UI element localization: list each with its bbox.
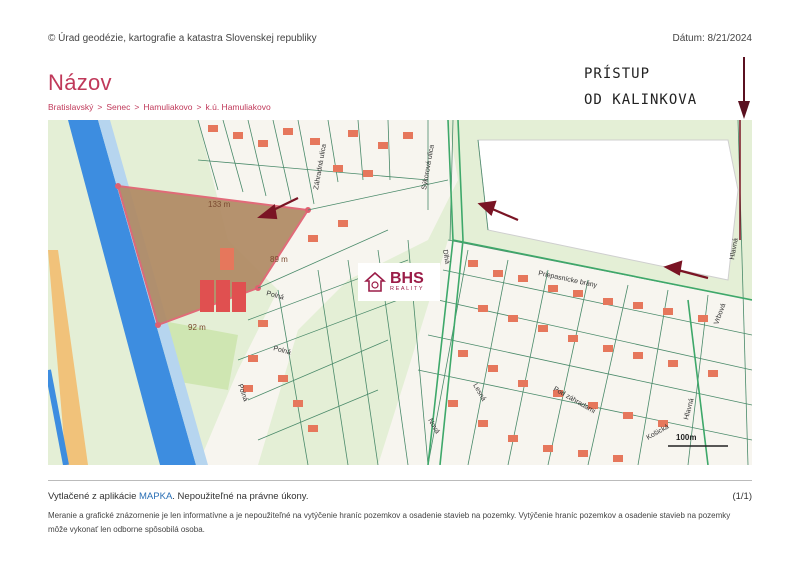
app-link[interactable]: MAPKA xyxy=(139,491,172,502)
disclaimer-text: Meranie a grafické znázornenie je len in… xyxy=(48,511,731,534)
breadcrumb-separator: > xyxy=(97,102,103,112)
breadcrumb-district[interactable]: Senec xyxy=(106,102,130,112)
logo-sub: REALITY xyxy=(390,286,425,293)
breadcrumb-region[interactable]: Bratislavský xyxy=(48,102,93,112)
print-date: Dátum: 8/21/2024 xyxy=(672,33,753,44)
handwritten-note-line2: OD KALINKOVA xyxy=(584,92,698,108)
printed-suffix: . Nepoužiteľné na právne úkony. xyxy=(172,491,309,502)
handwritten-note-line1: PRÍSTUP xyxy=(584,66,651,82)
page-counter: (1/1) xyxy=(732,491,752,502)
printed-prefix: Vytlačené z aplikácie xyxy=(48,491,140,502)
copyright-text: © Úrad geodézie, kartografie a katastra … xyxy=(48,33,317,44)
parcel-dimension-label: 92 m xyxy=(188,323,206,332)
page-title: Názov xyxy=(48,70,112,95)
logo-brand: BHS xyxy=(390,270,424,288)
house-logo-icon xyxy=(364,271,386,292)
parcel-dimension-label: 89 m xyxy=(270,255,288,264)
bhs-logo: BHS REALITY xyxy=(358,263,440,301)
building xyxy=(200,280,214,312)
building xyxy=(220,248,234,270)
footer-divider xyxy=(48,480,752,481)
breadcrumb-municipality[interactable]: Hamuliakovo xyxy=(143,102,192,112)
parcel-vertex xyxy=(115,183,121,189)
building xyxy=(232,282,246,312)
breadcrumb-separator: > xyxy=(134,102,140,112)
access-arrow-icon xyxy=(738,57,750,119)
building xyxy=(216,280,230,312)
parcel-dimension-label: 133 m xyxy=(208,200,231,209)
breadcrumb: Bratislavský > Senec > Hamuliakovo > k.ú… xyxy=(48,102,271,112)
printed-note: Vytlačené z aplikácie MAPKA. Nepoužiteľn… xyxy=(48,491,309,502)
breadcrumb-cadastral-area[interactable]: k.ú. Hamuliakovo xyxy=(206,102,271,112)
breadcrumb-separator: > xyxy=(196,102,202,112)
parcel-vertex xyxy=(155,322,161,328)
scale-label: 100m xyxy=(676,433,696,442)
